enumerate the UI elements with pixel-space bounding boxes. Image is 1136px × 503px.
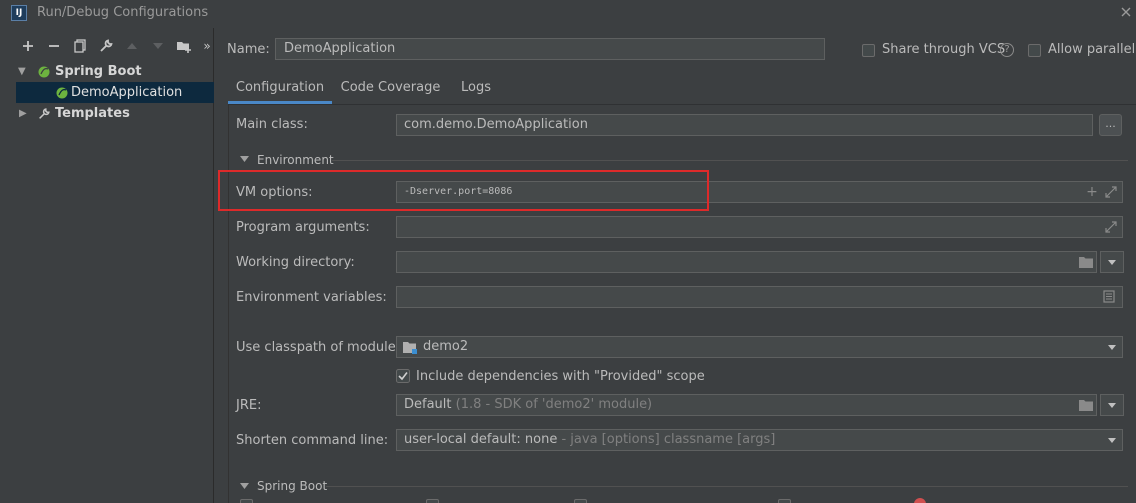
working-directory-label: Working directory: <box>236 255 355 270</box>
close-icon[interactable] <box>1120 6 1132 18</box>
spring-boot-section-title: Spring Boot <box>257 479 328 493</box>
chevron-down-icon[interactable] <box>1108 260 1116 265</box>
title-bar: IJ Run/Debug Configurations <box>0 0 1136 28</box>
minus-icon[interactable] <box>46 38 62 54</box>
tree-label: Spring Boot <box>55 64 142 79</box>
option-checkbox[interactable] <box>426 499 439 503</box>
section-divider <box>332 160 1128 161</box>
tab-code-coverage[interactable]: Code Coverage <box>339 72 442 104</box>
error-icon <box>914 498 926 503</box>
window-title: Run/Debug Configurations <box>37 5 209 20</box>
collapse-down-icon[interactable] <box>240 482 249 490</box>
option-checkbox[interactable] <box>240 499 253 503</box>
expand-icon[interactable] <box>1105 186 1117 198</box>
expand-icon[interactable] <box>1105 221 1117 233</box>
collapse-down-icon[interactable] <box>240 155 249 163</box>
chevron-down-icon[interactable] <box>1108 345 1116 350</box>
allow-parallel-checkbox[interactable] <box>1028 44 1041 57</box>
tree-item-demo-application[interactable]: DemoApplication <box>16 82 214 103</box>
classpath-module-select[interactable]: demo2 <box>396 336 1123 358</box>
plus-icon[interactable] <box>20 38 36 54</box>
expand-right-icon[interactable]: ▶ <box>19 103 27 124</box>
working-directory-input[interactable] <box>396 251 1097 273</box>
expand-down-icon[interactable]: ▼ <box>18 61 26 82</box>
spring-boot-icon <box>56 87 68 99</box>
environment-variables-label: Environment variables: <box>236 290 387 305</box>
main-class-label: Main class: <box>236 117 308 132</box>
tree-item-spring-boot[interactable]: ▼ Spring Boot <box>0 61 214 82</box>
option-checkbox[interactable] <box>778 499 791 503</box>
tree-item-templates[interactable]: ▶ Templates <box>0 103 214 124</box>
folder-add-icon[interactable] <box>176 38 192 54</box>
share-vcs-label: Share through VCS <box>882 42 1006 57</box>
shorten-command-line-hint: - java [options] classname [args] <box>561 432 776 447</box>
folder-icon[interactable] <box>1078 398 1094 412</box>
classpath-module-value: demo2 <box>423 339 469 354</box>
copy-icon[interactable] <box>72 38 88 54</box>
allow-parallel-label: Allow parallel r <box>1048 42 1136 57</box>
arrow-down-icon[interactable] <box>150 38 166 54</box>
main-class-input[interactable]: com.demo.DemoApplication <box>396 114 1093 136</box>
environment-section-title: Environment <box>257 153 334 167</box>
chevron-down-icon[interactable] <box>1108 403 1116 408</box>
chevron-down-icon[interactable] <box>1108 438 1116 443</box>
document-list-icon[interactable] <box>1103 290 1115 303</box>
browse-main-class-button[interactable]: ... <box>1099 114 1122 136</box>
tab-configuration[interactable]: Configuration <box>228 72 332 104</box>
tree-label: DemoApplication <box>71 85 183 100</box>
more-icon[interactable]: » <box>199 38 215 54</box>
name-input[interactable]: DemoApplication <box>275 38 825 60</box>
option-checkbox[interactable] <box>574 499 587 503</box>
wrench-icon[interactable] <box>98 38 114 54</box>
program-arguments-input[interactable] <box>396 216 1123 238</box>
jre-label: JRE: <box>236 398 262 413</box>
program-arguments-label: Program arguments: <box>236 220 370 235</box>
jre-hint: (1.8 - SDK of 'demo2' module) <box>455 397 653 412</box>
jre-value: Default <box>404 397 452 412</box>
section-divider <box>326 486 1128 487</box>
vm-options-highlight <box>218 170 709 211</box>
jre-input[interactable]: Default (1.8 - SDK of 'demo2' module) <box>396 394 1097 416</box>
folder-icon[interactable] <box>1078 255 1094 269</box>
tab-logs[interactable]: Logs <box>452 72 500 104</box>
include-provided-label: Include dependencies with "Provided" sco… <box>416 369 705 384</box>
spring-boot-icon <box>38 66 50 78</box>
classpath-module-label: Use classpath of module: <box>236 340 401 355</box>
shorten-command-line-value: user-local default: none <box>404 432 558 447</box>
shorten-command-line-label: Shorten command line: <box>236 433 389 448</box>
arrow-up-icon[interactable] <box>124 38 140 54</box>
help-icon[interactable]: ? <box>1000 43 1014 57</box>
shorten-command-line-select[interactable]: user-local default: none - java [options… <box>396 429 1123 451</box>
app-icon: IJ <box>11 5 27 21</box>
environment-variables-input[interactable] <box>396 286 1123 308</box>
module-folder-icon <box>403 342 417 354</box>
include-provided-checkbox[interactable] <box>396 369 410 383</box>
share-vcs-checkbox[interactable] <box>862 44 875 57</box>
add-icon[interactable]: + <box>1085 185 1099 199</box>
name-label: Name: <box>227 42 270 57</box>
tree-label: Templates <box>55 106 130 121</box>
wrench-icon <box>39 108 50 119</box>
spring-boot-options-row <box>236 495 1136 503</box>
